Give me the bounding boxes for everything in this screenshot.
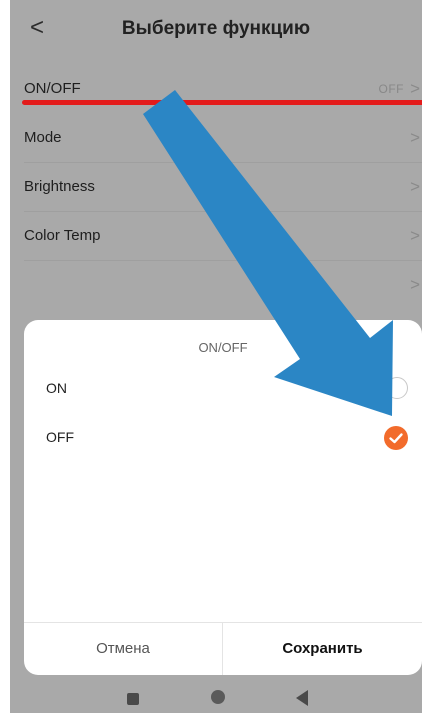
on-off-bottom-sheet: ON/OFF ON OFF Отмена Сохранить: [24, 320, 422, 675]
red-underline-annotation: [22, 100, 422, 105]
function-row-on-off[interactable]: ON/OFF OFF >: [10, 65, 422, 113]
chevron-right-icon: >: [410, 226, 420, 245]
function-label: Color Temp: [24, 227, 101, 244]
triangle-back-icon[interactable]: [296, 690, 308, 706]
check-circle-icon[interactable]: [384, 426, 408, 450]
function-row-color-temp[interactable]: Color Temp >: [10, 212, 422, 260]
circle-icon[interactable]: [211, 690, 225, 704]
option-label: ON: [46, 380, 67, 396]
function-label: Brightness: [24, 178, 95, 195]
function-row-mode[interactable]: Mode >: [10, 114, 422, 162]
chevron-right-icon: >: [410, 128, 420, 147]
sheet-actions: Отмена Сохранить: [24, 622, 422, 675]
chevron-right-icon: >: [410, 275, 420, 294]
chevron-right-icon: >: [410, 79, 420, 98]
header: < Выберите функцию: [10, 0, 422, 60]
function-label: ON/OFF: [24, 80, 81, 97]
function-row-hidden[interactable]: >: [10, 261, 422, 309]
radio-empty-icon[interactable]: [386, 377, 408, 399]
option-on[interactable]: ON: [24, 366, 422, 410]
system-nav-bar: [10, 683, 422, 713]
square-icon[interactable]: [127, 693, 139, 705]
function-label: Mode: [24, 129, 62, 146]
chevron-right-icon: >: [410, 177, 420, 196]
sheet-title: ON/OFF: [198, 340, 248, 355]
option-label: OFF: [46, 429, 74, 445]
save-button[interactable]: Сохранить: [223, 623, 422, 675]
option-off[interactable]: OFF: [24, 415, 422, 459]
function-row-brightness[interactable]: Brightness >: [10, 163, 422, 211]
function-value: OFF: [378, 82, 404, 96]
page-title: Выберите функцию: [121, 18, 311, 39]
cancel-button[interactable]: Отмена: [24, 623, 222, 675]
phone-screen: < Выберите функцию ON/OFF OFF > Mode > B…: [10, 0, 422, 713]
